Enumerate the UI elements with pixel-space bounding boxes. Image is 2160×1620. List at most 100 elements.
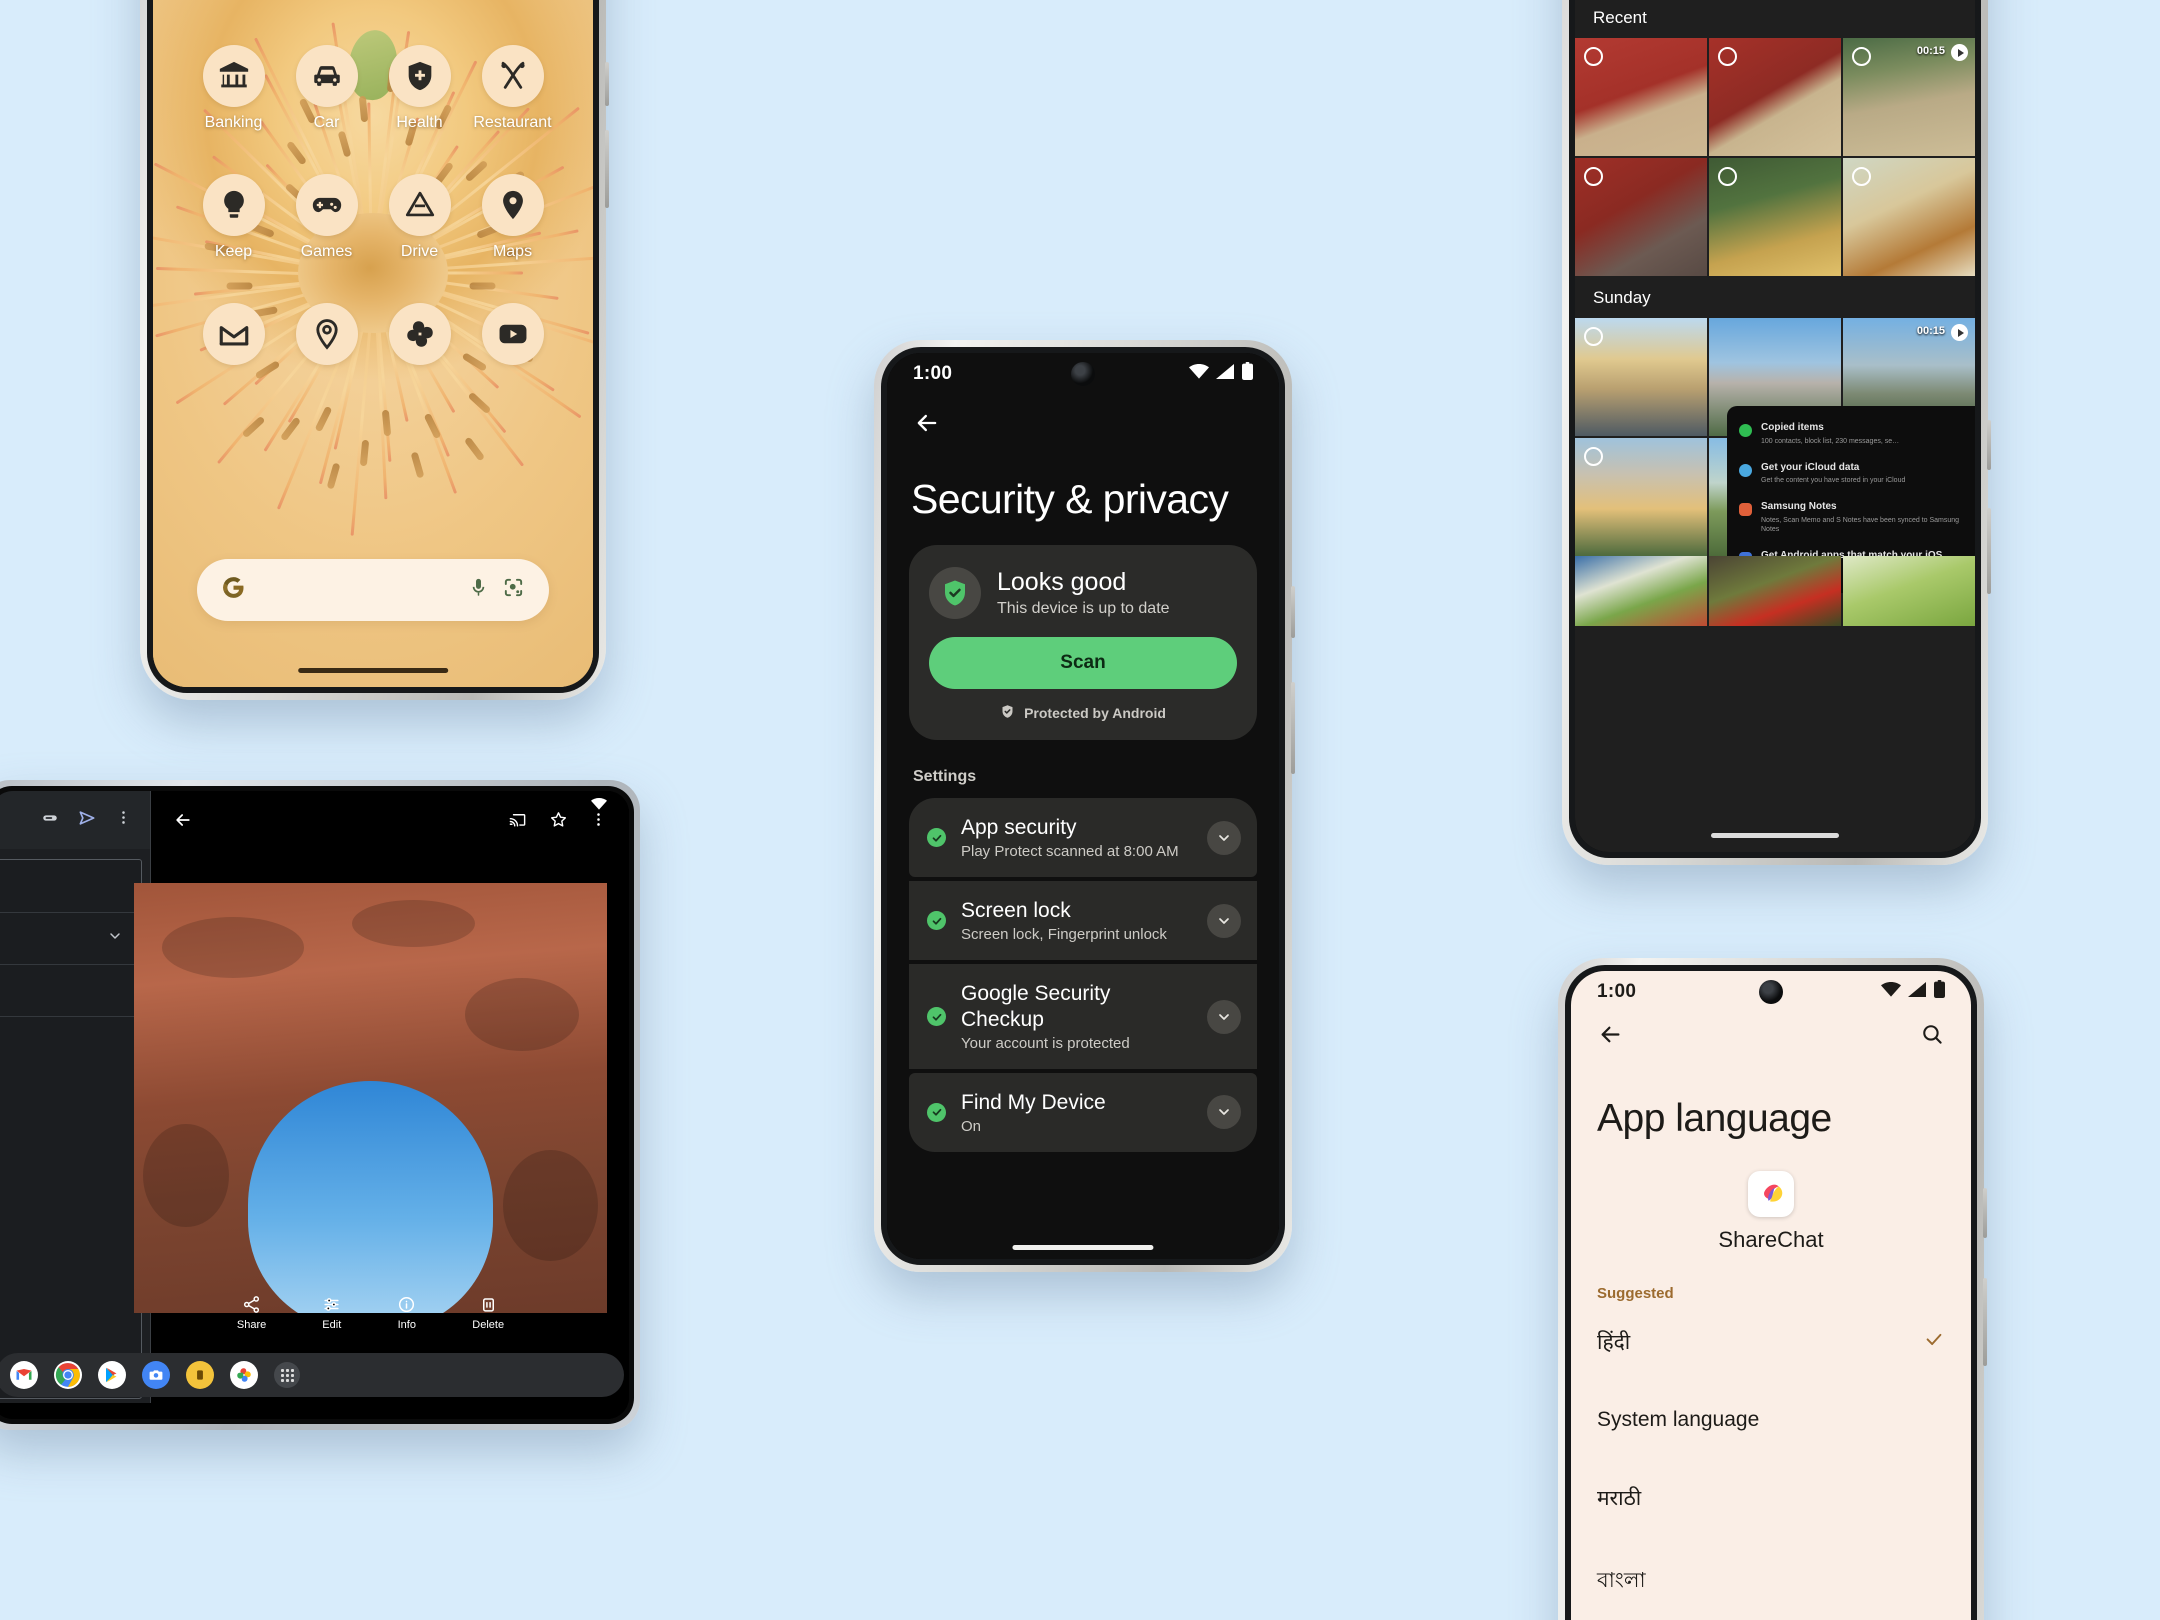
app-banking[interactable]: Banking bbox=[187, 45, 280, 132]
share-button[interactable]: Share bbox=[237, 1295, 266, 1331]
volume-button[interactable] bbox=[1987, 508, 1991, 594]
photos-icon[interactable] bbox=[230, 1361, 258, 1389]
selection-circle[interactable] bbox=[1852, 47, 1871, 66]
photo-cell[interactable] bbox=[1709, 158, 1841, 276]
app-car[interactable]: Car bbox=[280, 45, 373, 132]
nav-gesture-bar[interactable] bbox=[1012, 1245, 1154, 1250]
search-button[interactable] bbox=[1920, 1022, 1945, 1052]
photo-cell-video[interactable]: 00:15 bbox=[1843, 38, 1975, 156]
app-drawer-icon[interactable] bbox=[274, 1362, 300, 1388]
photo-cell[interactable] bbox=[1575, 318, 1707, 436]
table-row[interactable]: Google Security Checkup Your account is … bbox=[909, 964, 1257, 1069]
power-button[interactable] bbox=[605, 62, 609, 106]
microphone-icon[interactable] bbox=[467, 576, 490, 604]
page-title: App language bbox=[1597, 1097, 1832, 1140]
marker-icon[interactable] bbox=[41, 809, 59, 832]
scan-button[interactable]: Scan bbox=[929, 637, 1237, 689]
app-location[interactable] bbox=[280, 303, 373, 372]
app-maps[interactable]: Maps bbox=[466, 174, 559, 261]
info-button[interactable]: Info bbox=[397, 1295, 416, 1331]
table-row[interactable]: Find My Device On bbox=[909, 1072, 1257, 1152]
selection-circle[interactable] bbox=[1718, 47, 1737, 66]
selection-circle[interactable] bbox=[1718, 167, 1737, 186]
volume-button[interactable] bbox=[1291, 682, 1295, 774]
protected-label: Protected by Android bbox=[1024, 705, 1166, 721]
list-item[interactable]: Samsung Notes Notes, Scan Memo and S Not… bbox=[1727, 493, 1975, 542]
language-option-system[interactable]: System language bbox=[1571, 1382, 1971, 1458]
suggested-label: Suggested bbox=[1597, 1285, 1674, 1302]
nav-gesture-bar[interactable] bbox=[1711, 833, 1839, 838]
gmail-icon[interactable] bbox=[10, 1361, 38, 1389]
edit-button[interactable]: Edit bbox=[322, 1295, 341, 1331]
selection-circle[interactable] bbox=[1584, 327, 1603, 346]
gamepad-icon bbox=[295, 174, 358, 236]
back-button[interactable] bbox=[1597, 1021, 1624, 1053]
google-lens-icon[interactable] bbox=[502, 576, 525, 604]
app-identity: ShareChat bbox=[1571, 1141, 1971, 1259]
chevron-down-icon[interactable] bbox=[1207, 1095, 1241, 1130]
volume-button[interactable] bbox=[605, 130, 609, 208]
check-badge-icon bbox=[927, 911, 946, 931]
left-window bbox=[0, 791, 151, 1403]
photo-cell[interactable] bbox=[1843, 158, 1975, 276]
play-store-icon[interactable] bbox=[98, 1361, 126, 1389]
row-title: App security bbox=[961, 816, 1077, 839]
app-youtube[interactable] bbox=[466, 303, 559, 372]
chrome-icon[interactable] bbox=[54, 1361, 82, 1389]
phone-bezel: 1:00 bbox=[1565, 965, 1977, 1620]
volume-button[interactable] bbox=[1983, 1278, 1987, 1366]
google-search-bar[interactable] bbox=[197, 559, 549, 621]
camera-icon[interactable] bbox=[142, 1361, 170, 1389]
app-label: Maps bbox=[492, 243, 533, 260]
app-drive[interactable]: Drive bbox=[373, 174, 466, 261]
back-button[interactable] bbox=[173, 810, 193, 835]
photo-cell[interactable] bbox=[1709, 556, 1841, 626]
selection-circle[interactable] bbox=[1584, 47, 1603, 66]
trash-icon bbox=[482, 1298, 494, 1312]
language-option-marathi[interactable]: मराठी bbox=[1571, 1458, 1971, 1538]
selection-circle[interactable] bbox=[1584, 447, 1603, 466]
delete-button[interactable]: Delete bbox=[472, 1295, 504, 1331]
power-button[interactable] bbox=[1983, 1188, 1987, 1238]
language-label: मराठी bbox=[1597, 1487, 1642, 1510]
drive-icon bbox=[388, 174, 451, 236]
photo-cell[interactable] bbox=[1575, 158, 1707, 276]
nav-gesture-bar[interactable] bbox=[298, 668, 448, 673]
app-keep[interactable]: Keep bbox=[187, 174, 280, 261]
photo-cell[interactable] bbox=[1709, 38, 1841, 156]
photo-cell[interactable] bbox=[1843, 556, 1975, 626]
item-subtitle: Notes, Scan Memo and S Notes have been s… bbox=[1761, 516, 1960, 533]
gold-app-icon[interactable] bbox=[186, 1361, 214, 1389]
selection-circle[interactable] bbox=[1852, 167, 1871, 186]
app-restaurant[interactable]: Restaurant bbox=[466, 45, 559, 132]
language-option-bangla[interactable]: বাংলা bbox=[1571, 1538, 1971, 1620]
maps-pin-icon bbox=[481, 174, 544, 236]
table-row[interactable]: App security Play Protect scanned at 8:0… bbox=[909, 798, 1257, 878]
wifi-icon bbox=[1881, 981, 1901, 1003]
photo-cell[interactable] bbox=[1575, 438, 1707, 556]
table-row[interactable]: Screen lock Screen lock, Fingerprint unl… bbox=[909, 881, 1257, 961]
list-item[interactable]: Copied items 100 contacts, block list, 2… bbox=[1727, 414, 1975, 454]
app-photos[interactable] bbox=[373, 303, 466, 372]
more-vertical-icon[interactable] bbox=[115, 809, 132, 831]
chevron-down-icon[interactable] bbox=[1207, 999, 1241, 1034]
back-button[interactable] bbox=[887, 395, 1279, 442]
app-games[interactable]: Games bbox=[280, 174, 373, 261]
app-health[interactable]: Health bbox=[373, 45, 466, 132]
power-button[interactable] bbox=[1987, 420, 1991, 470]
device-phone-photo-picker: This app will have access to only the ph… bbox=[1562, 0, 1991, 865]
back-arrow-icon bbox=[1601, 1026, 1620, 1043]
cast-icon[interactable] bbox=[508, 810, 527, 834]
send-icon[interactable] bbox=[77, 808, 97, 833]
app-gmail[interactable] bbox=[187, 303, 280, 372]
photo-cell[interactable] bbox=[1575, 556, 1707, 626]
photo-cell[interactable] bbox=[1575, 38, 1707, 156]
chevron-down-icon[interactable] bbox=[1207, 903, 1241, 938]
power-button[interactable] bbox=[1291, 586, 1295, 638]
chevron-down-icon[interactable] bbox=[1207, 820, 1241, 855]
star-outline-icon[interactable] bbox=[549, 810, 568, 834]
language-option-hindi[interactable]: हिंदी bbox=[1571, 1302, 1971, 1382]
chevron-down-icon[interactable] bbox=[107, 928, 123, 949]
selection-circle[interactable] bbox=[1584, 167, 1603, 186]
list-item[interactable]: Get your iCloud data Get the content you… bbox=[1727, 454, 1975, 494]
